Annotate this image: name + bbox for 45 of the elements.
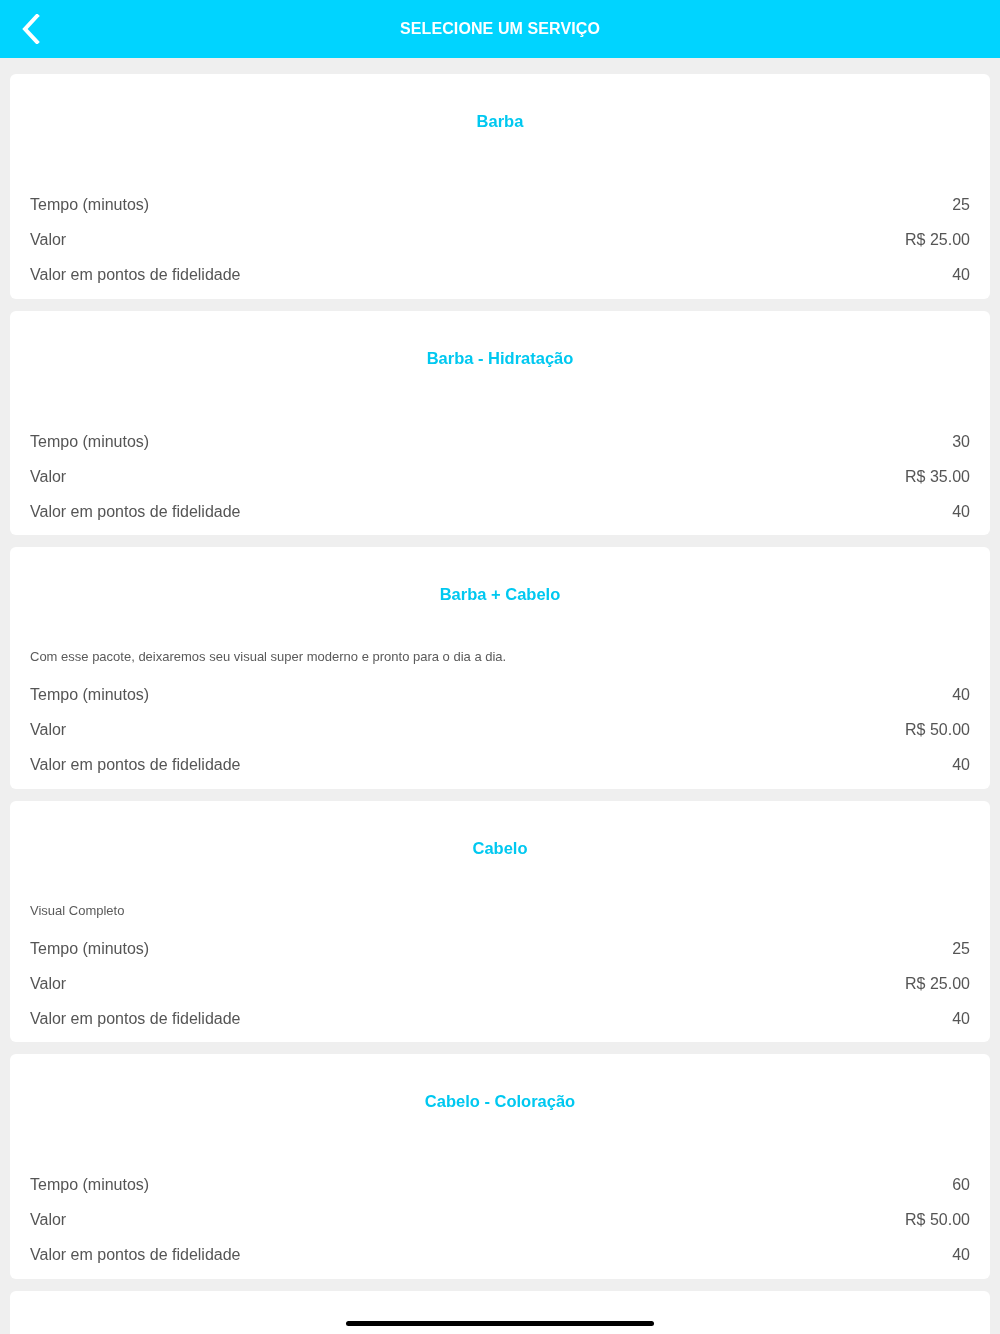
detail-value: R$ 25.00 xyxy=(905,974,970,993)
detail-label: Valor em pontos de fidelidade xyxy=(30,502,241,521)
service-description: Visual Completo xyxy=(30,901,125,920)
service-card[interactable]: Barba - Hidratação Tempo (minutos) 30 Valor R$ 35.00 Valor em pontos de fidelidade 40 xyxy=(10,310,990,535)
detail-value: 40 xyxy=(952,1009,970,1028)
detail-label: Valor xyxy=(30,721,67,739)
detail-value: R$ 35.00 xyxy=(905,467,970,486)
detail-label: Tempo (minutos) xyxy=(30,939,150,958)
detail-value: R$ 50.00 xyxy=(905,1211,970,1229)
detail-value: 30 xyxy=(952,432,970,451)
detail-label: Valor xyxy=(30,1211,67,1229)
detail-label: Tempo (minutos) xyxy=(30,432,150,451)
detail-value: 40 xyxy=(952,266,970,284)
service-name: Barba xyxy=(476,111,524,132)
service-name: Barba - Hidratação xyxy=(426,347,574,369)
detail-label: Valor em pontos de fidelidade xyxy=(30,1246,241,1264)
service-card[interactable]: Barba Tempo (minutos) 25 Valor R$ 25.00 Valor em pontos de fidelidade 40 xyxy=(10,74,990,299)
detail-value: 25 xyxy=(952,196,970,214)
service-card[interactable]: Cabelo Visual Completo Tempo (minutos) 25 Valor R$ 25.00 Valor em pontos de fidelidade 40 xyxy=(10,800,990,1042)
detail-label: Valor xyxy=(30,467,67,486)
detail-label: Tempo (minutos) xyxy=(30,196,150,214)
detail-value: R$ 25.00 xyxy=(905,231,970,249)
detail-label: Valor xyxy=(30,231,67,249)
detail-value: 60 xyxy=(952,1176,970,1194)
detail-value: 40 xyxy=(952,756,970,774)
back-chevron-icon xyxy=(22,14,40,44)
service-description: Com esse pacote, deixaremos seu visual super moderno e pronto para o dia a dia. xyxy=(30,648,507,666)
detail-label: Valor em pontos de fidelidade xyxy=(30,756,241,774)
detail-value: 25 xyxy=(952,939,970,958)
detail-value: 40 xyxy=(952,502,970,521)
service-card[interactable]: Cabelo - Coloração Tempo (minutos) 60 Valor R$ 50.00 Valor em pontos de fidelidade 40 xyxy=(10,1054,990,1279)
service-card[interactable]: Barba + Cabelo Com esse pacote, deixaremos seu visual super moderno e pronto para o dia a dia. Tempo (minutos) 40 Valor R$ 50.00 Valor em pontos de fidelidade 40 xyxy=(10,547,990,789)
screen-title: SELECIONE UM SERVIÇO xyxy=(400,20,600,38)
detail-label: Tempo (minutos) xyxy=(30,686,150,704)
detail-value: 40 xyxy=(952,686,970,704)
detail-label: Valor em pontos de fidelidade xyxy=(30,1009,241,1028)
service-name: Barba + Cabelo xyxy=(439,584,561,605)
service-name: Cabelo xyxy=(472,837,528,859)
detail-value: 40 xyxy=(952,1246,970,1264)
detail-label: Valor em pontos de fidelidade xyxy=(30,266,241,284)
service-name: Cabelo - Coloração xyxy=(424,1091,576,1112)
detail-label: Tempo (minutos) xyxy=(30,1176,150,1194)
partial-service-card[interactable] xyxy=(10,1290,990,1334)
detail-value: R$ 50.00 xyxy=(905,721,970,739)
detail-label: Valor xyxy=(30,974,67,993)
